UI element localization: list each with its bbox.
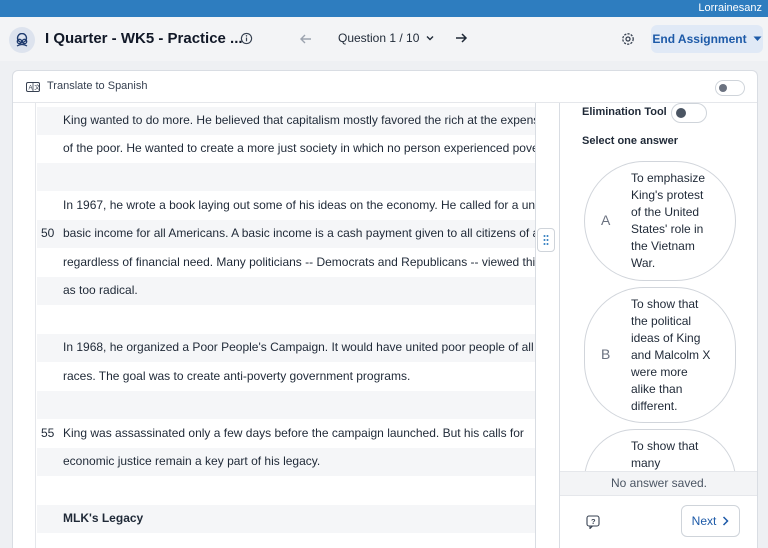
svg-text:文: 文 — [34, 84, 40, 92]
previous-question-arrow-icon[interactable] — [298, 31, 314, 47]
passage-heading: MLK's Legacy — [37, 505, 535, 533]
option-letter: A — [601, 212, 611, 228]
grip-dots-icon — [543, 235, 549, 245]
passage-line — [37, 477, 535, 505]
answer-panel: Elimination Tool Select one answer A To … — [559, 103, 757, 548]
end-assignment-button[interactable]: End Assignment — [651, 25, 763, 53]
pane-divider — [535, 103, 536, 548]
elimination-tool-label: Elimination Tool — [582, 106, 667, 118]
line-number: 55 — [41, 426, 55, 440]
passage-line — [37, 306, 535, 334]
passage-text: regardless of financial need. Many polit… — [63, 255, 535, 269]
passage-line: as too radical. — [37, 277, 535, 305]
translate-icon: A文 — [26, 82, 40, 92]
option-text: To show that many — [631, 439, 699, 470]
passage-text: In 1967, he wrote a book laying out some… — [63, 198, 535, 212]
passage-text: MLK's Legacy — [63, 511, 144, 525]
passage-line: regardless of financial need. Many polit… — [37, 249, 535, 277]
info-icon[interactable] — [240, 32, 253, 45]
answer-option-a[interactable]: A To emphasize King's protest of the Uni… — [584, 161, 736, 281]
answer-option-c[interactable]: To show that many — [584, 429, 736, 471]
answer-status: No answer saved. — [560, 471, 757, 496]
question-selector[interactable]: Question 1 / 10 — [338, 31, 435, 45]
chevron-right-icon — [723, 516, 729, 526]
next-button[interactable]: Next — [681, 505, 740, 537]
passage-text: as too radical. — [63, 283, 138, 297]
passage-text: economic justice remain a key part of hi… — [63, 454, 321, 468]
passage-text: of the poor. He wanted to create a more … — [63, 141, 535, 155]
question-card: A文 Translate to Spanish King wanted to d… — [12, 70, 758, 548]
help-icon[interactable]: ? — [586, 515, 600, 529]
line-number-rule — [35, 103, 36, 548]
passage-line: of the poor. He wanted to create a more … — [37, 135, 535, 163]
username[interactable]: Lorrainesanz — [698, 2, 762, 14]
top-bar: Lorrainesanz — [0, 0, 768, 17]
answer-options: A To emphasize King's protest of the Uni… — [560, 153, 757, 471]
question-selector-label: Question 1 / 10 — [338, 31, 420, 45]
line-number: 50 — [41, 226, 55, 240]
passage-line: 50 basic income for all Americans. A basi… — [37, 220, 535, 248]
svg-text:A: A — [29, 86, 33, 92]
translate-toggle[interactable] — [715, 80, 745, 96]
next-question-arrow-icon[interactable] — [453, 30, 469, 46]
passage-text: King was assassinated only a few days be… — [63, 426, 524, 440]
passage-line: races. The goal was to create anti-pover… — [37, 363, 535, 391]
passage-text: basic income for all Americans. A basic … — [63, 226, 535, 240]
toggle-knob — [676, 108, 686, 118]
passage-line: In 1967, he wrote a book laying out some… — [37, 192, 535, 220]
translate-bar: A文 Translate to Spanish — [13, 71, 757, 103]
passage-text: In 1968, he organized a Poor People's Ca… — [63, 340, 534, 354]
chevron-down-icon — [426, 36, 434, 41]
answer-option-b[interactable]: B To show that the political ideas of Ki… — [584, 287, 736, 423]
elimination-tool-toggle[interactable] — [671, 103, 707, 123]
passage-text: King wanted to do more. He believed that… — [63, 113, 535, 127]
option-letter: B — [601, 346, 611, 362]
passage-line — [37, 391, 535, 419]
caret-down-icon — [753, 36, 762, 41]
assignment-title: I Quarter - WK5 - Practice ... — [45, 30, 243, 47]
toggle-knob — [719, 84, 727, 92]
translate-label: Translate to Spanish — [47, 80, 148, 92]
passage-line: 55 King was assassinated only a few days … — [37, 420, 535, 448]
select-answer-label: Select one answer — [582, 135, 678, 147]
passage-text: races. The goal was to create anti-pover… — [63, 369, 411, 383]
passage-line: King wanted to do more. He believed that… — [37, 107, 535, 135]
passage-line: economic justice remain a key part of hi… — [37, 448, 535, 476]
reading-passage[interactable]: King wanted to do more. He believed that… — [13, 103, 535, 548]
passage-line: In 1968, he organized a Poor People's Ca… — [37, 334, 535, 362]
gear-icon[interactable] — [620, 31, 636, 47]
assignment-header: I Quarter - WK5 - Practice ... Question … — [0, 17, 768, 61]
student-avatar-icon[interactable] — [9, 27, 35, 53]
passage-line — [37, 163, 535, 191]
option-text: To show that the political ideas of King… — [631, 297, 711, 413]
drag-handle[interactable] — [537, 228, 555, 252]
end-assignment-label: End Assignment — [652, 32, 747, 46]
option-text: To emphasize King's protest of the Unite… — [631, 171, 706, 270]
next-button-label: Next — [691, 514, 717, 528]
svg-text:?: ? — [591, 517, 596, 526]
